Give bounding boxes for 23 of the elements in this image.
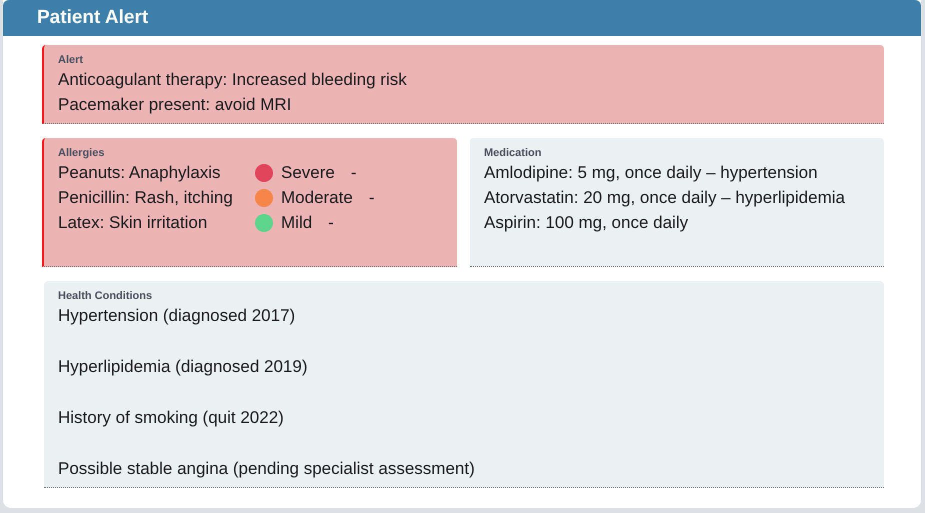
section-label: Alert <box>58 54 84 66</box>
severity-text: Severe <box>281 162 335 182</box>
allergy-note: - <box>328 212 334 232</box>
condition-text: Hyperlipidemia (diagnosed 2019) <box>58 356 308 378</box>
condition-text: History of smoking (quit 2022) <box>58 407 285 429</box>
severity-text: Moderate <box>281 188 353 208</box>
alert-text: Anticoagulant therapy: Increased bleeding risk <box>58 69 408 91</box>
allergy-text: Latex: Skin irritation <box>58 212 208 232</box>
allergy-text: Penicillin: Rash, itching <box>58 188 234 208</box>
condition-text: Hypertension (diagnosed 2017) <box>58 305 296 327</box>
alert-text: Pacemaker present: avoid MRI <box>58 94 292 116</box>
card-title: Patient Alert <box>37 7 148 29</box>
section-label: Medication <box>484 147 542 159</box>
section-label: Health Conditions <box>58 290 154 302</box>
allergy-note: - <box>350 162 357 182</box>
condition-text: Possible stable angina (pending specialist assessment) <box>58 458 476 480</box>
section-label: Allergies <box>58 147 106 159</box>
medication-text: Aspirin: 100 mg, once daily <box>484 212 690 234</box>
severity-text: Mild <box>281 212 312 232</box>
medication-text: Atorvastatin: 20 mg, once daily – hyperlipidemia <box>484 187 846 209</box>
medication-text: Amlodipine: 5 mg, once daily – hypertension <box>484 162 819 184</box>
allergy-text: Peanuts: Anaphylaxis <box>58 162 222 182</box>
allergy-note: - <box>368 188 374 208</box>
